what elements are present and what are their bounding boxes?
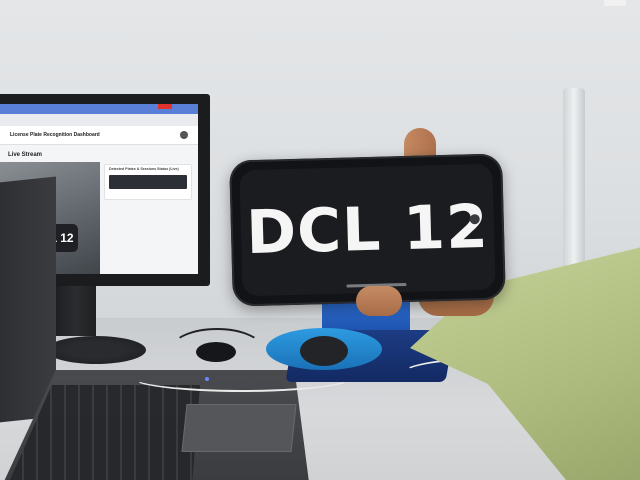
photo-scene: License Plate Recognition Dashboard Live… xyxy=(0,0,640,480)
live-stream-title: Live Stream xyxy=(8,152,43,158)
blue-mouse-top xyxy=(300,336,348,366)
dashboard-header: License Plate Recognition Dashboard xyxy=(0,126,198,145)
panel-title: Detected Plates & Sessions Status (Live) xyxy=(109,167,179,171)
browser-tab-red xyxy=(158,104,172,109)
detected-plates-panel: Detected Plates & Sessions Status (Live) xyxy=(104,164,192,200)
wall-sticker xyxy=(604,0,626,6)
laptop-lid xyxy=(0,176,56,424)
black-cable xyxy=(170,328,264,372)
phone-screen: DCL 12 xyxy=(239,163,496,297)
phone-plate-text: DCL 12 xyxy=(245,191,490,269)
phone: DCL 12 xyxy=(229,153,506,307)
panel-table-header xyxy=(109,175,187,189)
wall-pipe xyxy=(563,88,585,278)
thumb xyxy=(356,286,402,316)
avatar xyxy=(180,131,188,139)
laptop-touchpad xyxy=(181,404,297,452)
monitor-base xyxy=(46,336,146,364)
monitor-stand xyxy=(56,286,96,336)
browser-tab-bar xyxy=(0,104,198,114)
